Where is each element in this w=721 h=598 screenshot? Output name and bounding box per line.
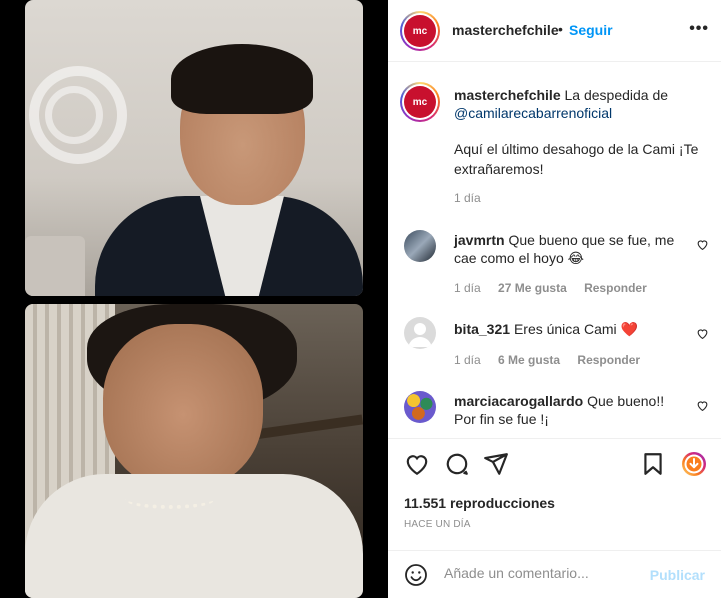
comment-username[interactable]: marciacarogallardo [454,393,583,409]
comment-input[interactable] [444,565,644,581]
commenter-avatar[interactable] [404,230,436,262]
more-horizontal-icon[interactable]: ••• [689,20,709,38]
post-header: mc masterchefchile • Seguir ••• [388,0,721,62]
caption-time[interactable]: 1 día [454,191,481,205]
comment-bubble-icon[interactable] [444,451,470,477]
video-player[interactable] [0,0,388,598]
commenter-avatar[interactable] [404,391,436,423]
comments-list[interactable]: mc masterchefchile La despedida de @cami… [388,62,721,438]
like-heart-icon[interactable] [696,238,709,251]
reply-button[interactable]: Responder [577,353,640,367]
header-username[interactable]: masterchefchile [452,22,559,38]
caption-text: La despedida de [564,87,669,103]
caption-username[interactable]: masterchefchile [454,87,561,103]
caption-avatar[interactable]: mc [400,82,440,122]
comment-likes[interactable]: 27 Me gusta [498,281,567,295]
caption-mention[interactable]: @camilarecabarrenoficial [454,105,612,121]
post-panel: mc masterchefchile • Seguir ••• mc maste… [388,0,721,598]
commenter-avatar[interactable] [404,317,436,349]
video-frame-host [25,0,363,296]
post-time[interactable]: HACE UN DÍA [404,519,471,530]
comment-username[interactable]: javmrtn [454,232,505,248]
comment-text: Eres única Cami [513,321,617,337]
comment-likes[interactable]: 6 Me gusta [498,353,560,367]
like-heart-icon[interactable] [404,451,430,477]
publish-button[interactable]: Publicar [650,567,705,583]
comment-time[interactable]: 1 día [454,353,481,367]
video-frame-guest [25,304,363,598]
post-actions: 11.551 reproducciones HACE UN DÍA [388,438,721,550]
follow-button[interactable]: Seguir [569,22,613,38]
share-send-icon[interactable] [483,451,509,477]
download-icon[interactable] [681,451,707,477]
like-heart-icon[interactable] [696,399,709,412]
like-heart-icon[interactable] [696,327,709,340]
account-avatar[interactable]: mc [400,11,440,51]
view-count[interactable]: 11.551 reproducciones [404,495,555,511]
comment-time[interactable]: 1 día [454,281,481,295]
caption: masterchefchile La despedida de @camilar… [454,86,712,122]
header-separator: • [558,21,563,37]
comment-emoji: 😂 [567,250,584,266]
comment-emoji: ❤️ [620,321,638,337]
comment-username[interactable]: bita_321 [454,321,510,337]
caption-body: Aquí el último desahogo de la Cami ¡Te e… [454,141,699,177]
reply-button[interactable]: Responder [584,281,647,295]
add-comment-bar: Publicar [388,550,721,598]
emoji-smiley-icon[interactable] [404,563,428,587]
bookmark-save-icon[interactable] [640,451,666,477]
